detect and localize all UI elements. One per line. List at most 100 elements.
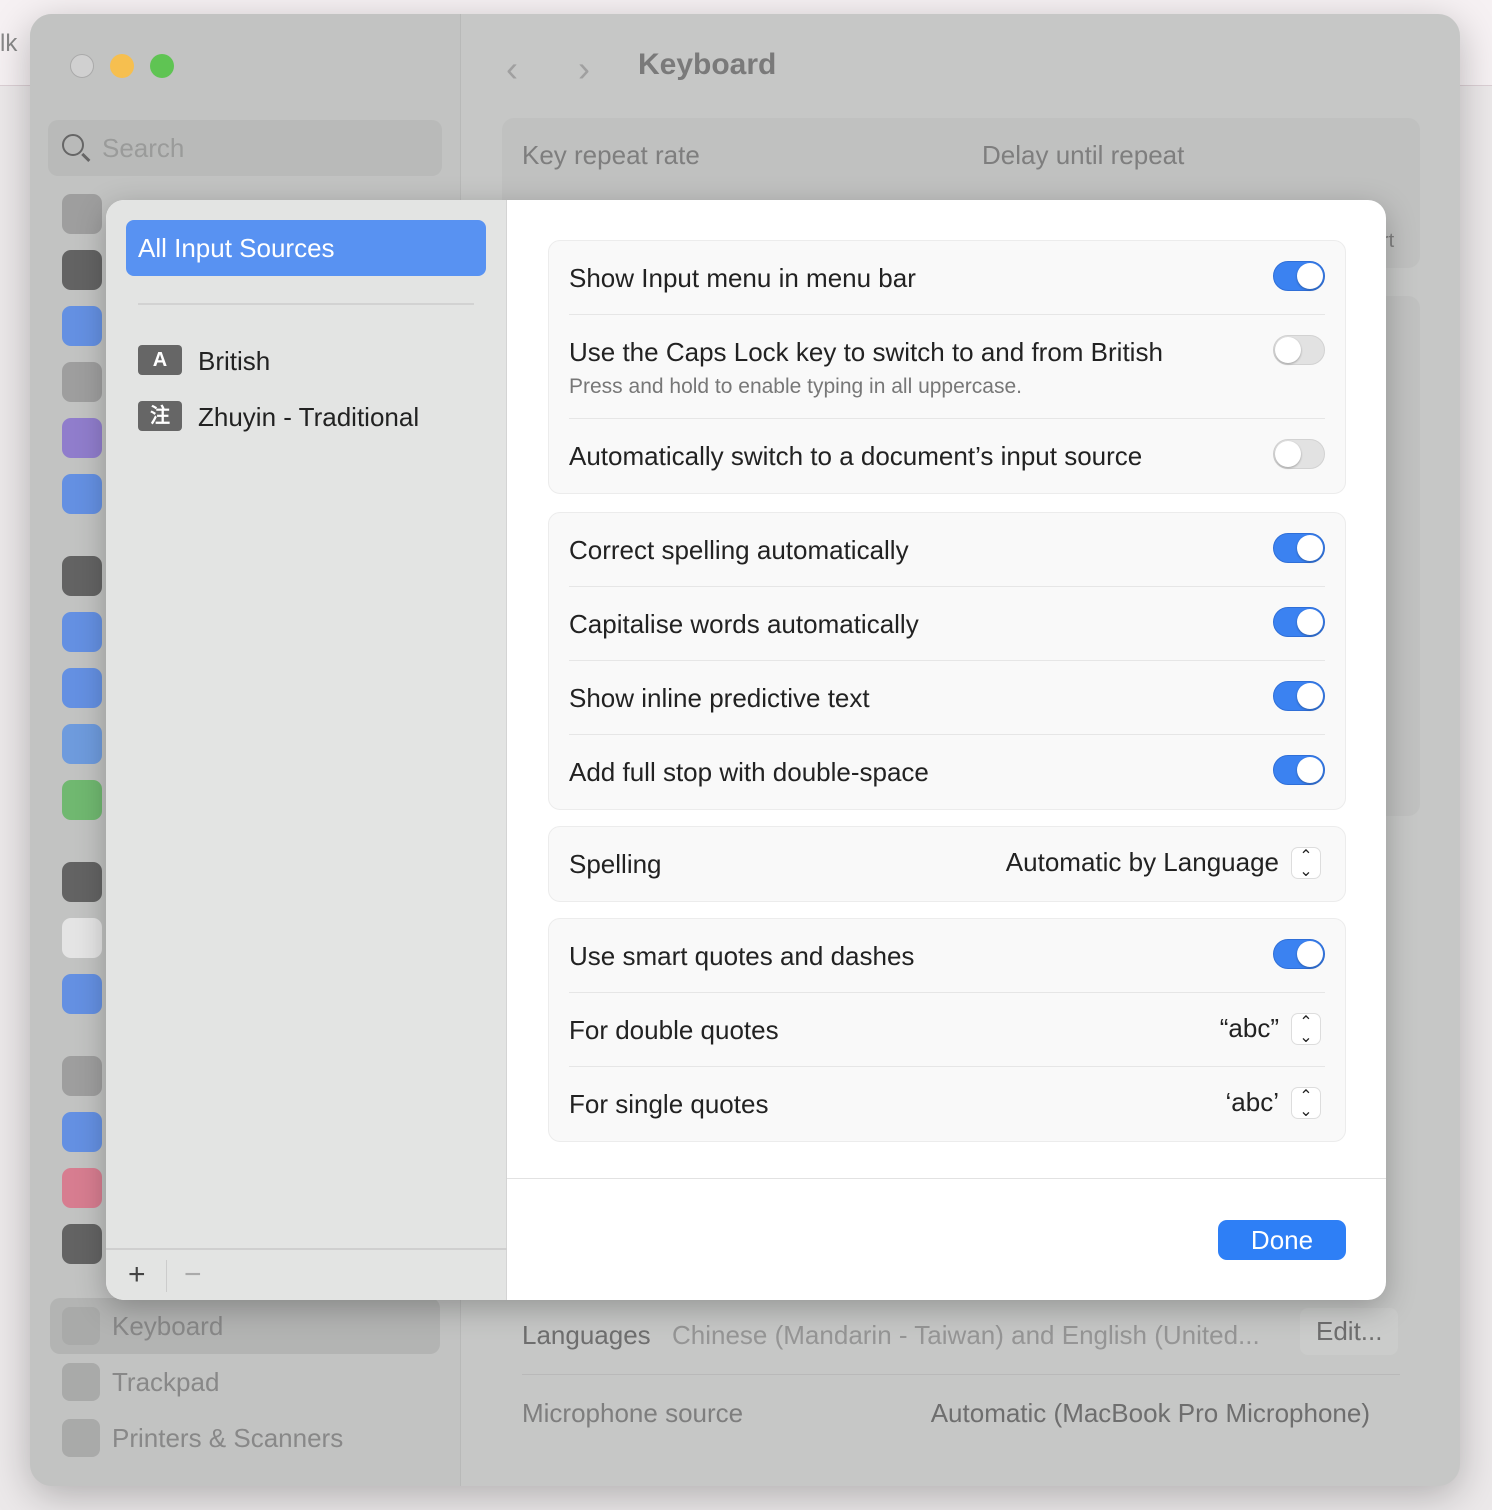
sidebar-item-trackpad[interactable]: Trackpad — [50, 1354, 440, 1410]
minimize-button[interactable] — [110, 54, 134, 78]
settings-row: Use smart quotes and dashes — [569, 919, 1325, 993]
toggle-switch[interactable] — [1273, 939, 1325, 969]
passwords-icon[interactable] — [62, 1056, 102, 1096]
toggle-switch[interactable] — [1273, 681, 1325, 711]
back-button[interactable]: ‹ — [506, 48, 518, 90]
sidebar-item-keyboard[interactable]: Keyboard — [50, 1298, 440, 1354]
british-badge-icon: A — [138, 345, 182, 375]
wallet-icon[interactable] — [62, 1224, 102, 1264]
settings-row: Show inline predictive text — [569, 661, 1325, 735]
sidebar-item-printers[interactable]: Printers & Scanners — [50, 1410, 440, 1466]
row-label: Add full stop with double-space — [569, 757, 929, 787]
toggle-knob — [1297, 683, 1323, 709]
settings-row: Show Input menu in menu bar — [569, 241, 1325, 315]
internet-accounts-icon[interactable] — [62, 1112, 102, 1152]
row-label: Automatically switch to a document’s inp… — [569, 441, 1143, 471]
close-button[interactable] — [70, 54, 94, 78]
toggle-switch[interactable] — [1273, 533, 1325, 563]
control-centre-icon[interactable] — [62, 362, 102, 402]
divider — [166, 1260, 167, 1292]
forward-button[interactable]: › — [578, 48, 590, 90]
displays-icon[interactable] — [62, 612, 102, 652]
keyboard-icon — [62, 1307, 100, 1345]
toggle-knob — [1297, 609, 1323, 635]
settings-group: Spelling Automatic by Language ⌃ ⌄ — [548, 826, 1346, 902]
printer-icon — [62, 1419, 100, 1457]
lock-screen-icon[interactable] — [62, 862, 102, 902]
settings-row: For single quotes ‘abc’ ⌃ ⌄ — [569, 1067, 1325, 1141]
divider — [138, 303, 474, 305]
row-label: Correct spelling automatically — [569, 535, 909, 565]
chevron-up-down-icon: ⌃ ⌄ — [1291, 1087, 1321, 1120]
settings-row: Capitalise words automatically — [569, 587, 1325, 661]
touch-id-icon[interactable] — [62, 918, 102, 958]
source-british[interactable]: A British — [138, 345, 270, 377]
toggle-knob — [1297, 941, 1323, 967]
settings-row: Add full stop with double-space — [569, 735, 1325, 809]
languages-label: Languages — [522, 1320, 651, 1350]
privacy-icon[interactable] — [62, 474, 102, 514]
background-text: lk — [0, 30, 18, 57]
row-label: Use smart quotes and dashes — [569, 941, 915, 971]
popup-button[interactable]: Automatic by Language ⌃ ⌄ — [1006, 847, 1321, 880]
appearance-icon[interactable] — [62, 250, 102, 290]
toggle-knob — [1275, 337, 1301, 363]
settings-group: Correct spelling automatically Capitalise… — [548, 512, 1346, 810]
source-label: British — [198, 346, 271, 376]
microphone-label: Microphone source — [522, 1398, 744, 1428]
edit-languages-button[interactable]: Edit... — [1300, 1308, 1399, 1355]
search-input[interactable]: Search — [48, 120, 442, 176]
done-button[interactable]: Done — [1218, 1220, 1346, 1260]
screen-saver-icon[interactable] — [62, 668, 102, 708]
settings-row: Automatically switch to a document’s inp… — [569, 419, 1325, 493]
input-sources-list: All Input Sources A British 注 Zhuyin - Tra… — [106, 200, 507, 1300]
sidebar-item-label: Keyboard — [112, 1311, 224, 1341]
siri-icon[interactable] — [62, 418, 102, 458]
toggle-knob — [1275, 441, 1301, 467]
row-description: Press and hold to enable typing in all u… — [569, 375, 1022, 398]
toggle-switch[interactable] — [1273, 755, 1325, 785]
row-label: Spelling — [569, 849, 662, 879]
toggle-switch[interactable] — [1273, 261, 1325, 291]
settings-group: Show Input menu in menu bar Use the Caps … — [548, 240, 1346, 494]
search-placeholder: Search — [102, 133, 185, 163]
zhuyin-badge-icon: 注 — [138, 401, 182, 431]
settings-group: Use smart quotes and dashes For double qu… — [548, 918, 1346, 1142]
source-zhuyin[interactable]: 注 Zhuyin - Traditional — [138, 401, 419, 433]
accessibility-icon[interactable] — [62, 306, 102, 346]
row-label: Capitalise words automatically — [569, 609, 919, 639]
chevron-up-down-icon: ⌃ ⌄ — [1291, 1013, 1321, 1046]
popup-button[interactable]: “abc” ⌃ ⌄ — [1219, 1013, 1321, 1046]
sidebar-item-label: Printers & Scanners — [112, 1423, 344, 1453]
general-icon[interactable] — [62, 194, 102, 234]
trackpad-icon — [62, 1363, 100, 1401]
row-label: For single quotes — [569, 1089, 769, 1119]
toggle-knob — [1297, 757, 1323, 783]
zoom-button[interactable] — [150, 54, 174, 78]
source-label: Zhuyin - Traditional — [198, 402, 420, 432]
users-icon[interactable] — [62, 974, 102, 1014]
settings-row: Use the Caps Lock key to switch to and f… — [569, 315, 1325, 419]
toggle-switch[interactable] — [1273, 335, 1325, 365]
key-repeat-label: Key repeat rate — [522, 140, 700, 170]
remove-source-button[interactable]: − — [184, 1258, 202, 1292]
battery-icon[interactable] — [62, 780, 102, 820]
popup-value: “abc” — [1219, 1013, 1279, 1043]
game-center-icon[interactable] — [62, 1168, 102, 1208]
desktop-dock-icon[interactable] — [62, 556, 102, 596]
microphone-popup[interactable]: Automatic (MacBook Pro Microphone) — [931, 1398, 1370, 1429]
sidebar-item-label: Trackpad — [112, 1367, 220, 1397]
row-label: Use the Caps Lock key to switch to and f… — [569, 337, 1163, 367]
divider — [522, 1374, 1400, 1375]
toggle-switch[interactable] — [1273, 607, 1325, 637]
row-label: Show Input menu in menu bar — [569, 263, 916, 293]
popup-button[interactable]: ‘abc’ ⌃ ⌄ — [1225, 1087, 1321, 1120]
search-icon — [62, 134, 84, 156]
page-title: Keyboard — [638, 48, 777, 81]
wallpaper-icon[interactable] — [62, 724, 102, 764]
sheet-footer — [507, 1178, 1386, 1179]
toggle-switch[interactable] — [1273, 439, 1325, 469]
all-input-sources-item[interactable]: All Input Sources — [126, 220, 486, 276]
popup-value: ‘abc’ — [1225, 1087, 1279, 1117]
add-source-button[interactable]: + — [128, 1258, 146, 1292]
